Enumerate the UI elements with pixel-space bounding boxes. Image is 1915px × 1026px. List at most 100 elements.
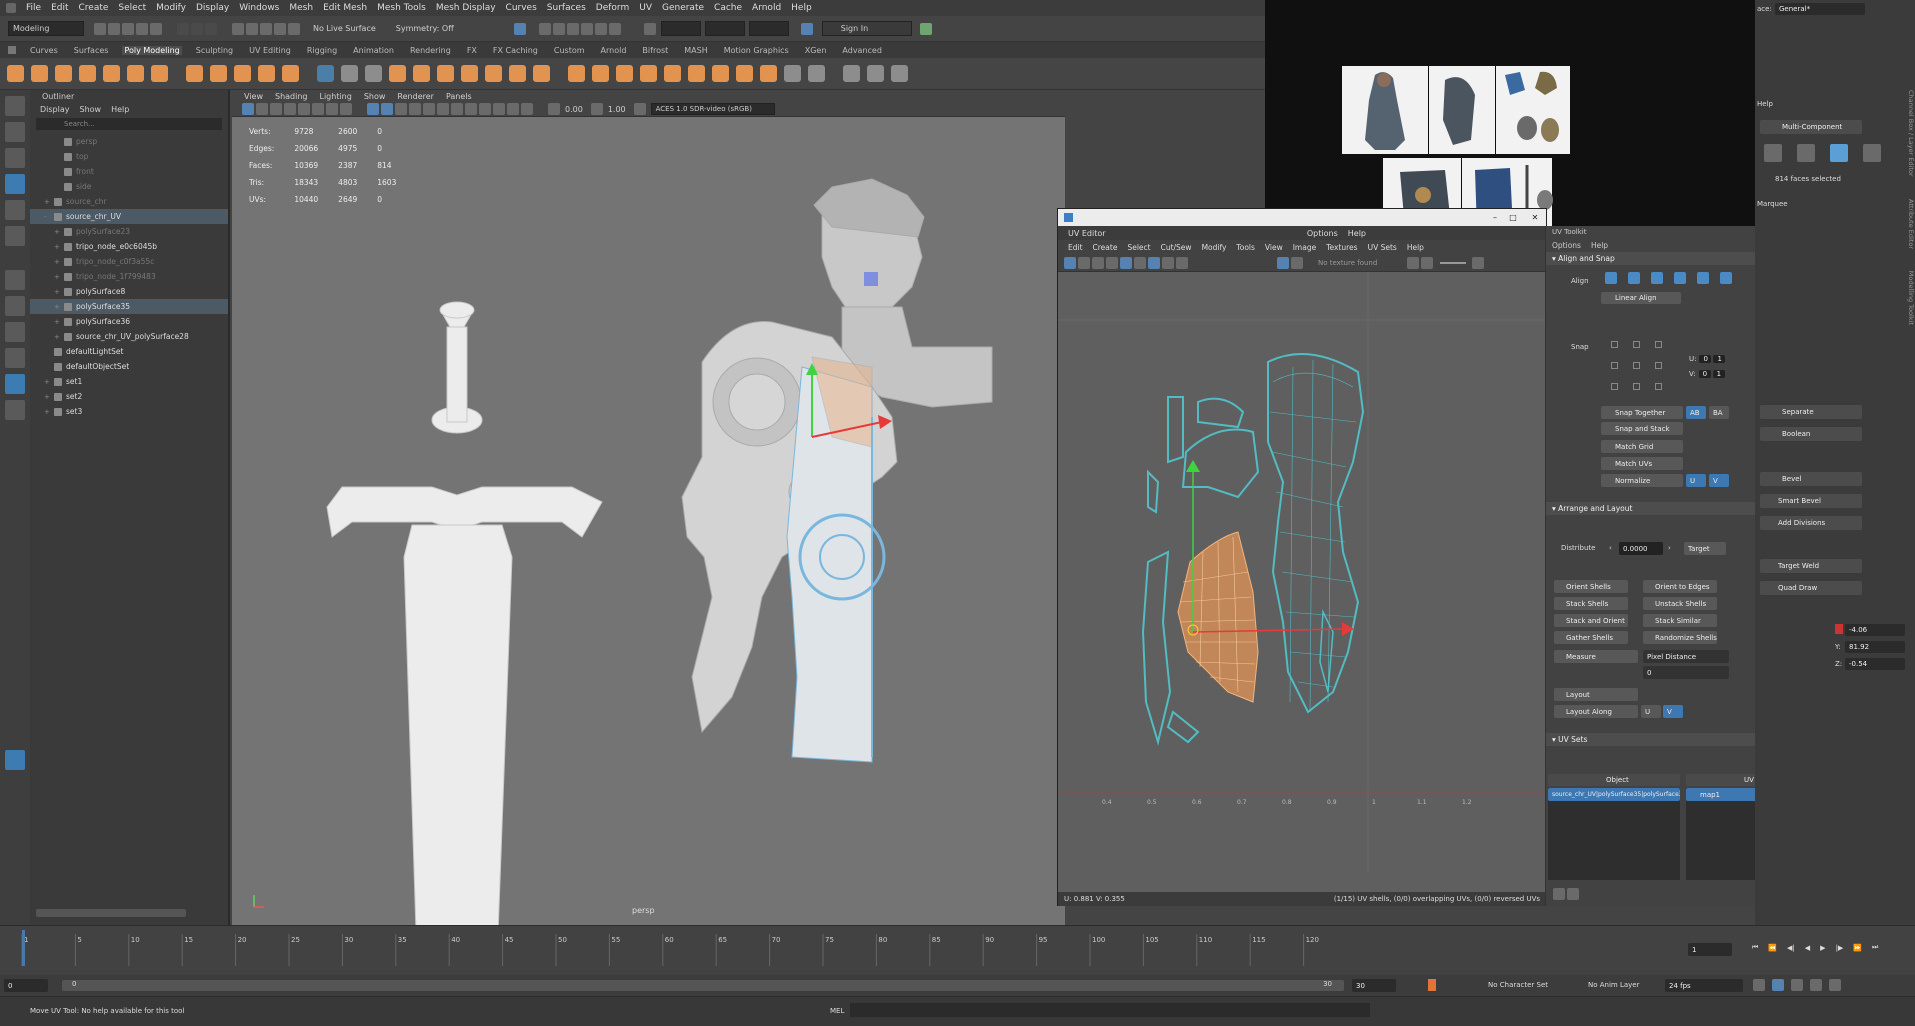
image-plane-icon[interactable] <box>284 103 296 115</box>
viewport-menu-renderer[interactable]: Renderer <box>397 92 434 101</box>
uv-texture-icon[interactable] <box>1277 257 1289 269</box>
poly-cone-icon[interactable] <box>79 65 96 82</box>
expand-icon[interactable]: + <box>54 258 64 266</box>
scene-geometry[interactable] <box>232 117 1065 925</box>
slide-edge-icon[interactable] <box>891 65 908 82</box>
distribute-target-button[interactable]: Target <box>1684 542 1726 555</box>
colorspace-dropdown[interactable]: ACES 1.0 SDR-video (sRGB) <box>650 103 775 115</box>
expand-icon[interactable]: + <box>54 303 64 311</box>
vertex-mode-icon[interactable] <box>1764 144 1782 162</box>
snap-surface-icon[interactable] <box>288 22 300 35</box>
end-frame-field[interactable]: 30 <box>1352 979 1396 992</box>
uv-dim-icon[interactable] <box>1291 257 1303 269</box>
outliner-item[interactable]: + polySurface8 <box>30 284 228 299</box>
wedge-icon[interactable] <box>664 65 681 82</box>
render-settings-icon[interactable] <box>580 22 593 35</box>
merge-icon[interactable] <box>760 65 777 82</box>
resolution-gate-icon[interactable] <box>326 103 338 115</box>
antialias-icon[interactable] <box>465 103 477 115</box>
stack-shells-button[interactable]: Stack Shells <box>1554 597 1628 610</box>
snap-tc-checkbox[interactable] <box>1633 341 1640 348</box>
outliner-item[interactable]: side <box>30 179 228 194</box>
arnold-render-icon[interactable] <box>608 22 621 35</box>
z-field[interactable] <box>748 21 789 36</box>
uv-menu-uv-sets[interactable]: UV Sets <box>1368 243 1397 252</box>
grid-toggle-icon[interactable] <box>298 103 310 115</box>
shelf-settings-icon[interactable] <box>8 46 16 54</box>
z-value-field[interactable]: -0.54 <box>1845 658 1905 670</box>
bevel-icon[interactable] <box>592 65 609 82</box>
align-v-min-icon[interactable] <box>1720 272 1732 284</box>
save-scene-icon[interactable] <box>122 22 134 35</box>
outliner-item[interactable]: + tripo_node_c0f3a55c <box>30 254 228 269</box>
outliner-item[interactable]: + source_chr_UV_polySurface28 <box>30 329 228 344</box>
snap-view-icon[interactable] <box>274 22 286 35</box>
uv-mode-icon[interactable] <box>1863 144 1881 162</box>
expand-icon[interactable]: - <box>44 213 54 221</box>
menu-display[interactable]: Display <box>196 3 229 13</box>
tab-attribute-editor[interactable]: Attribute Editor <box>1907 199 1915 249</box>
snap-mr-checkbox[interactable] <box>1655 362 1662 369</box>
combine-icon[interactable] <box>317 65 334 82</box>
y-field[interactable] <box>704 21 745 36</box>
menu-edit[interactable]: Edit <box>51 3 68 13</box>
render-frame-icon[interactable] <box>552 22 565 35</box>
poke-icon[interactable] <box>688 65 705 82</box>
shelf-tab-animation[interactable]: Animation <box>351 46 396 55</box>
outliner-layout-icon[interactable] <box>5 322 25 342</box>
workspace-dropdown[interactable]: General* <box>1775 3 1865 15</box>
persp-outliner-icon[interactable] <box>5 348 25 368</box>
normalize-u-button[interactable]: U <box>1686 474 1706 487</box>
xray-icon[interactable] <box>493 103 505 115</box>
wireframe-on-shaded-icon[interactable] <box>395 103 407 115</box>
snap-together-button[interactable]: Snap Together <box>1601 406 1683 419</box>
exposure-icon[interactable] <box>548 103 560 115</box>
step-forward-icon[interactable]: |▶ <box>1836 944 1844 952</box>
outliner-item[interactable]: + polySurface35 <box>30 299 228 314</box>
menu-cache[interactable]: Cache <box>714 3 742 13</box>
menu-generate[interactable]: Generate <box>662 3 704 13</box>
window-close-icon[interactable]: ✕ <box>1524 213 1546 222</box>
key-icon[interactable] <box>1428 979 1436 991</box>
outliner-item[interactable]: + set1 <box>30 374 228 389</box>
align-u-min-icon[interactable] <box>1605 272 1617 284</box>
outliner-item[interactable]: defaultLightSet <box>30 344 228 359</box>
snap-grid-icon[interactable] <box>232 22 244 35</box>
normalize-v-button[interactable]: V <box>1709 474 1729 487</box>
gamma-icon[interactable] <box>590 103 603 115</box>
poly-disc-icon[interactable] <box>151 65 168 82</box>
uv-layout-view[interactable]: 0.4 0.5 0.6 0.7 0.8 0.9 1 1.1 1.2 <box>1058 272 1546 892</box>
maya-home-icon[interactable] <box>5 750 25 770</box>
poly-sphere-icon[interactable] <box>7 65 24 82</box>
uv-select-shell-icon[interactable] <box>1064 257 1076 269</box>
step-forward-key-icon[interactable]: ⏩ <box>1853 944 1862 952</box>
distribute-value-field[interactable]: 0.0000 <box>1619 542 1663 555</box>
live-surface-label[interactable]: No Live Surface <box>313 24 376 33</box>
menu-mesh-tools[interactable]: Mesh Tools <box>377 3 426 13</box>
symmetry-label[interactable]: Symmetry: Off <box>396 24 454 33</box>
crease-icon[interactable] <box>867 65 884 82</box>
menu-curves[interactable]: Curves <box>506 3 537 13</box>
current-frame-field[interactable]: 1 <box>1688 943 1732 956</box>
menu-deform[interactable]: Deform <box>596 3 629 13</box>
outliner-item[interactable]: + source_chr <box>30 194 228 209</box>
goto-start-icon[interactable]: ⏮ <box>1752 943 1758 952</box>
orient-edges-button[interactable]: Orient to Edges <box>1643 580 1717 593</box>
snap-point-icon[interactable] <box>260 22 272 35</box>
goto-end-icon[interactable]: ⏭ <box>1872 943 1878 952</box>
align-v-max-icon[interactable] <box>1674 272 1686 284</box>
time-slider[interactable]: 1 5 10 15 20 25 30 35 40 45 50 55 60 65 70 75 80 85 90 95 10… <box>0 925 1915 975</box>
toolkit-settings-icon[interactable] <box>1553 888 1565 900</box>
expand-icon[interactable]: + <box>44 198 54 206</box>
toolkit-options-menu[interactable]: Options <box>1552 241 1581 250</box>
menu-modify[interactable]: Modify <box>156 3 186 13</box>
viewport-menu-lighting[interactable]: Lighting <box>319 92 351 101</box>
viewport-menu-view[interactable]: View <box>244 92 263 101</box>
snap-bl-checkbox[interactable] <box>1611 383 1618 390</box>
lasso-tool-icon[interactable] <box>5 122 25 142</box>
snap-tl-checkbox[interactable] <box>1611 341 1618 348</box>
paint-select-icon[interactable] <box>5 148 25 168</box>
uv-select-edge-icon[interactable] <box>1106 257 1118 269</box>
shelf-tab-sculpting[interactable]: Sculpting <box>194 46 235 55</box>
expand-icon[interactable]: + <box>54 228 64 236</box>
